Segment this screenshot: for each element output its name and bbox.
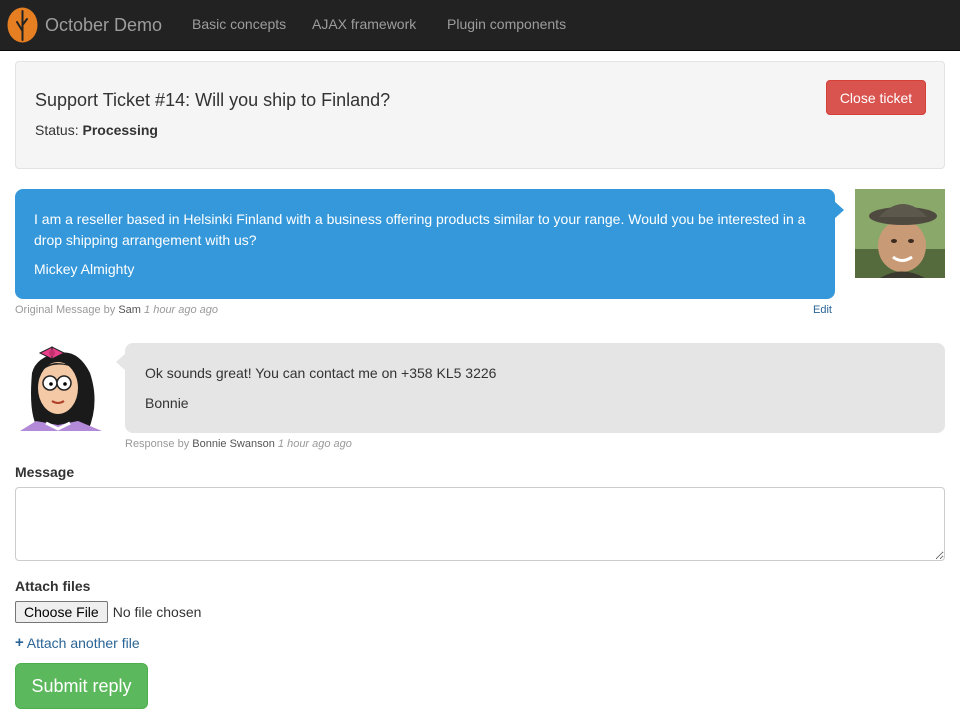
avatar-sam	[855, 189, 945, 278]
meta-author: Bonnie Swanson	[192, 438, 275, 450]
navbar: October Demo Basic concepts AJAX framewo…	[0, 0, 960, 51]
attach-another-file-link[interactable]: + Attach another file	[15, 634, 140, 651]
status-label: Status:	[35, 122, 79, 138]
file-input[interactable]: Choose File No file chosen	[15, 601, 201, 623]
meta-prefix: Original Message by	[15, 304, 116, 316]
avatar-bonnie	[18, 343, 104, 433]
meta-prefix: Response by	[125, 438, 190, 450]
meta-author: Sam	[118, 304, 141, 316]
nav-ajax-framework[interactable]: AJAX framework	[312, 16, 416, 32]
brand-name: October Demo	[45, 14, 163, 35]
close-ticket-button[interactable]: Close ticket	[826, 80, 926, 115]
meta-time: 1 hour ago ago	[277, 438, 352, 450]
october-leaf-icon	[7, 7, 38, 43]
plus-icon: +	[15, 634, 24, 651]
submit-reply-button[interactable]: Submit reply	[15, 663, 148, 709]
file-status: No file chosen	[112, 604, 202, 620]
response-message-bubble: Ok sounds great! You can contact me on +…	[116, 343, 945, 433]
bonnie-avatar-image	[18, 343, 104, 433]
message-signature: Mickey Almighty	[34, 261, 135, 277]
meta-time: 1 hour ago ago	[144, 304, 219, 316]
original-message-bubble: I am a reseller based in Helsinki Finlan…	[15, 189, 844, 299]
brand-link[interactable]: October Demo	[7, 7, 162, 43]
ticket-title: Support Ticket #14: Will you ship to Fin…	[35, 90, 391, 110]
status-value: Processing	[82, 122, 158, 138]
message-textarea[interactable]	[15, 487, 945, 561]
attach-another-label: Attach another file	[26, 634, 140, 651]
ticket-header-panel: Support Ticket #14: Will you ship to Fin…	[15, 61, 945, 169]
choose-file-button[interactable]: Choose File	[15, 601, 108, 623]
response-signature: Bonnie	[145, 395, 189, 411]
response-text: Ok sounds great! You can contact me on +…	[145, 365, 497, 381]
message-text: I am a reseller based in Helsinki Finlan…	[34, 211, 806, 248]
edit-message-link[interactable]: Edit	[813, 304, 832, 316]
sam-avatar-image	[855, 189, 945, 278]
response-meta: Response by Bonnie Swanson 1 hour ago ag…	[125, 438, 352, 450]
attach-files-label: Attach files	[15, 578, 91, 594]
nav-plugin-components[interactable]: Plugin components	[447, 16, 566, 32]
ticket-status: Status: Processing	[35, 122, 158, 138]
original-message-meta: Original Message by Sam 1 hour ago ago	[15, 304, 218, 316]
nav-basic-concepts[interactable]: Basic concepts	[192, 16, 286, 32]
message-label: Message	[15, 464, 75, 480]
